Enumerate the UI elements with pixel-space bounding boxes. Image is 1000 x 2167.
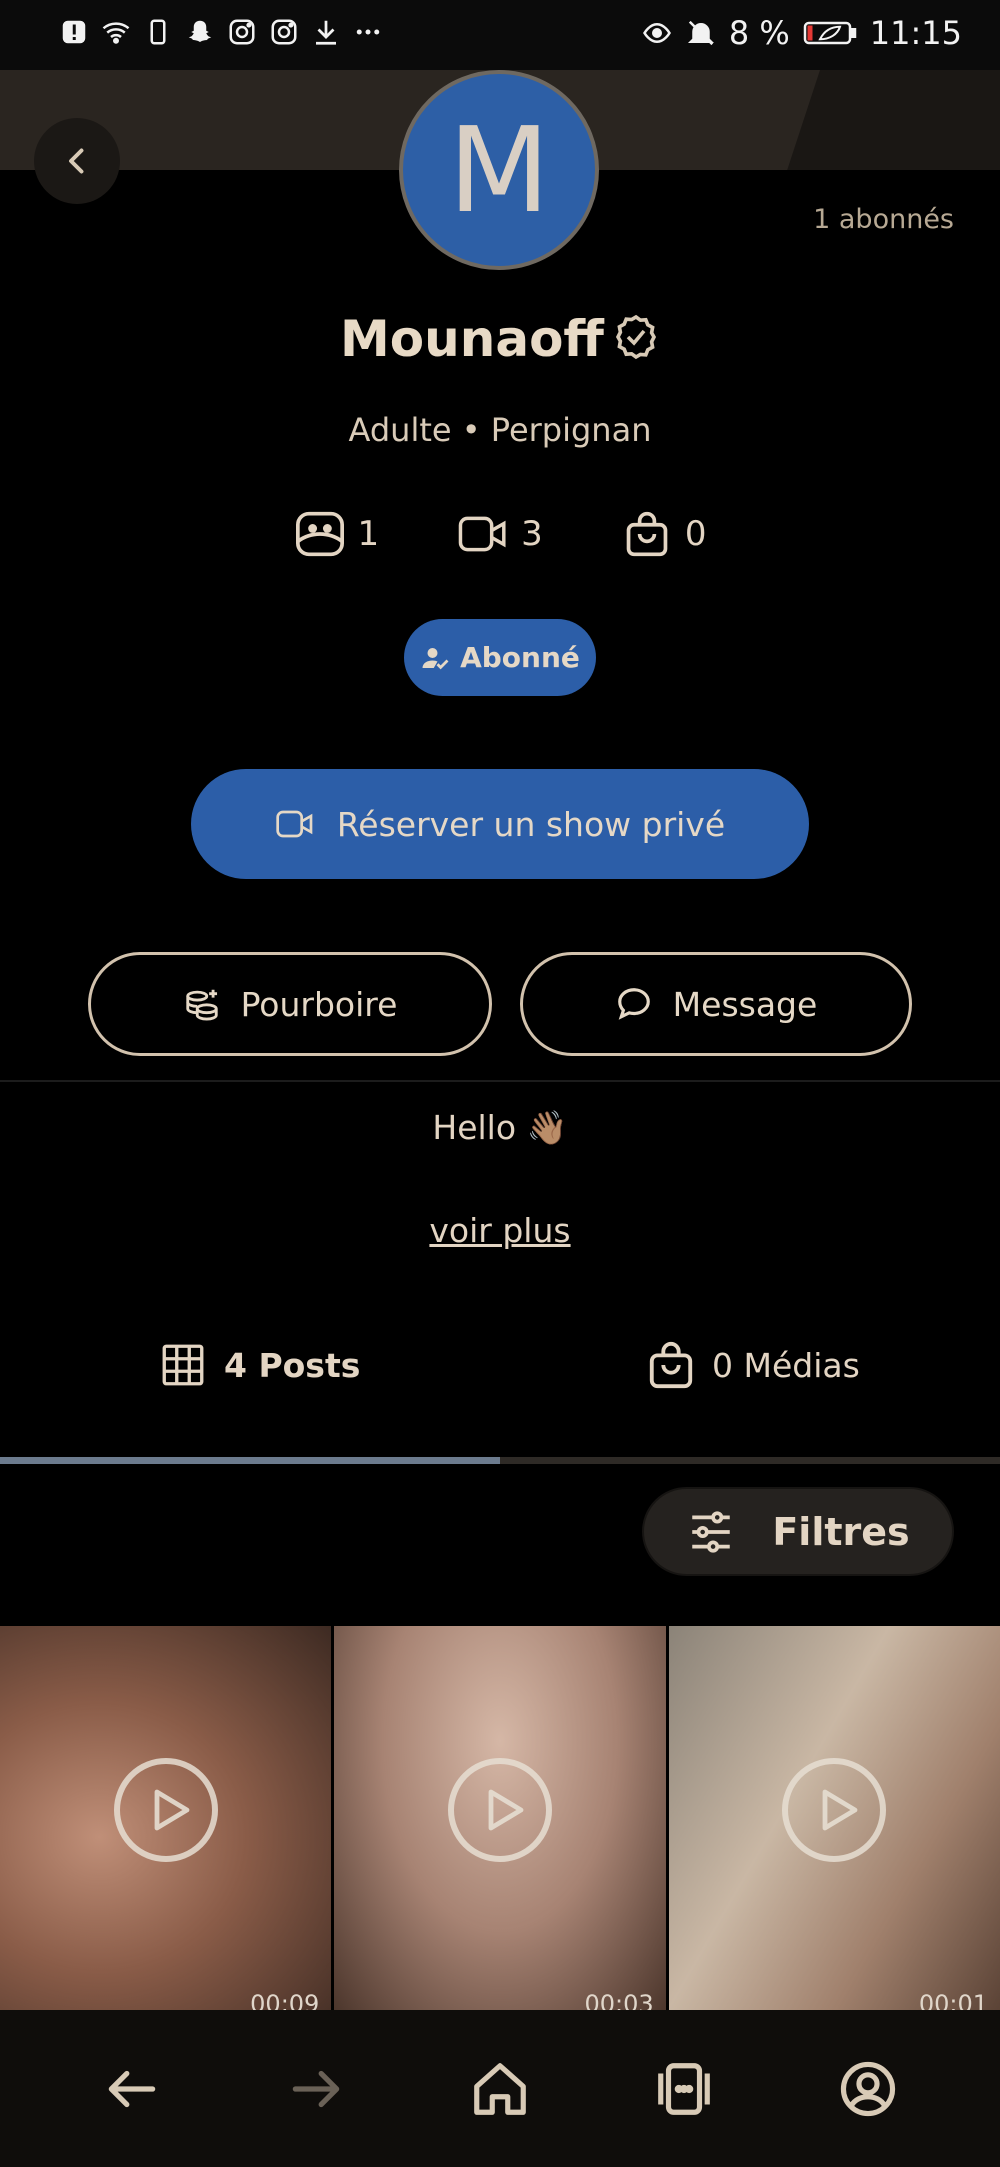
video-thumbnail[interactable]: 00:09 bbox=[0, 1626, 332, 2010]
message-label: Message bbox=[672, 984, 818, 1024]
bag-icon bbox=[626, 511, 668, 557]
sliders-icon bbox=[692, 1510, 731, 1553]
video-icon bbox=[458, 516, 506, 552]
more-icon bbox=[352, 16, 384, 48]
account-icon[interactable] bbox=[833, 2054, 903, 2124]
stat-purchases-value: 0 bbox=[684, 514, 707, 554]
tab-indicator-active bbox=[0, 1457, 500, 1464]
verified-badge-icon bbox=[612, 313, 660, 365]
stat-videos: 3 bbox=[457, 510, 543, 558]
tab-media[interactable]: 0 Médias bbox=[646, 1340, 860, 1390]
eye-icon bbox=[641, 17, 673, 49]
profile-name-row: Mounaoff bbox=[0, 310, 1000, 368]
bell-muted-icon bbox=[685, 17, 717, 49]
back-button[interactable] bbox=[34, 118, 120, 204]
chat-bubble-icon bbox=[617, 988, 650, 1020]
media-grid: 00:09 00:03 00:01 bbox=[0, 1626, 1000, 2010]
back-arrow-icon[interactable] bbox=[97, 2054, 167, 2124]
video-duration: 00:09 bbox=[250, 1990, 320, 2010]
followers-count: 1 abonnés bbox=[813, 204, 954, 235]
home-icon[interactable] bbox=[465, 2054, 535, 2124]
tab-posts[interactable]: 4 Posts bbox=[158, 1340, 360, 1390]
video-icon bbox=[276, 810, 313, 838]
subscribed-button[interactable]: Abonné bbox=[404, 619, 596, 696]
tab-indicator-inactive bbox=[500, 1457, 1000, 1464]
tip-label: Pourboire bbox=[240, 984, 398, 1024]
stat-photos: 1 bbox=[294, 510, 380, 558]
stat-purchases: 0 bbox=[621, 510, 707, 558]
video-duration: 00:01 bbox=[918, 1990, 988, 2010]
filters-button[interactable]: Filtres bbox=[642, 1487, 954, 1576]
browser-nav-bar bbox=[0, 2010, 1000, 2167]
wifi-icon bbox=[100, 16, 132, 48]
profile-name: Mounaoff bbox=[340, 310, 604, 368]
see-more-link[interactable]: voir plus bbox=[0, 1211, 1000, 1250]
play-icon bbox=[782, 1758, 887, 1862]
snapchat-icon bbox=[184, 16, 216, 48]
download-icon bbox=[310, 16, 342, 48]
tab-media-label: 0 Médias bbox=[712, 1345, 860, 1385]
avatar[interactable]: M bbox=[399, 70, 599, 270]
profile-subtitle: Adulte • Perpignan bbox=[348, 411, 652, 449]
coins-icon bbox=[185, 989, 218, 1021]
battery-percent: 8 % bbox=[728, 14, 790, 52]
battery-icon bbox=[802, 17, 858, 49]
tabs-icon[interactable] bbox=[649, 2054, 719, 2124]
alert-icon bbox=[58, 16, 90, 48]
subscribed-label: Abonné bbox=[460, 641, 580, 674]
user-check-icon bbox=[422, 647, 449, 669]
stat-videos-value: 3 bbox=[521, 514, 543, 554]
chevron-left-icon bbox=[69, 148, 84, 174]
video-duration: 00:03 bbox=[584, 1990, 654, 2010]
status-bar: 8 % 11:15 bbox=[0, 0, 1000, 70]
profile-stats: 1 3 0 bbox=[0, 510, 1000, 558]
play-icon bbox=[447, 1758, 552, 1862]
clock: 11:15 bbox=[869, 14, 962, 52]
stat-photos-value: 1 bbox=[357, 514, 380, 554]
profile-bio: Hello 👋🏽 bbox=[432, 1108, 568, 1147]
tab-posts-label: 4 Posts bbox=[224, 1345, 361, 1385]
divider bbox=[0, 1080, 1000, 1082]
reserve-private-show-button[interactable]: Réserver un show privé bbox=[191, 769, 809, 879]
play-icon bbox=[113, 1758, 218, 1862]
video-thumbnail[interactable]: 00:03 bbox=[334, 1626, 666, 2010]
instagram-icon bbox=[268, 16, 300, 48]
grid-icon bbox=[162, 1344, 204, 1386]
reserve-label: Réserver un show privé bbox=[336, 804, 726, 844]
filters-label: Filtres bbox=[772, 1509, 910, 1554]
forward-arrow-icon[interactable] bbox=[281, 2054, 351, 2124]
video-thumbnail[interactable]: 00:01 bbox=[668, 1626, 1000, 2010]
instagram-icon bbox=[226, 16, 258, 48]
message-button[interactable]: Message bbox=[520, 952, 912, 1056]
bag-icon bbox=[649, 1342, 693, 1389]
photo-icon bbox=[295, 511, 344, 557]
phone-icon bbox=[142, 16, 174, 48]
tip-button[interactable]: Pourboire bbox=[88, 952, 492, 1056]
